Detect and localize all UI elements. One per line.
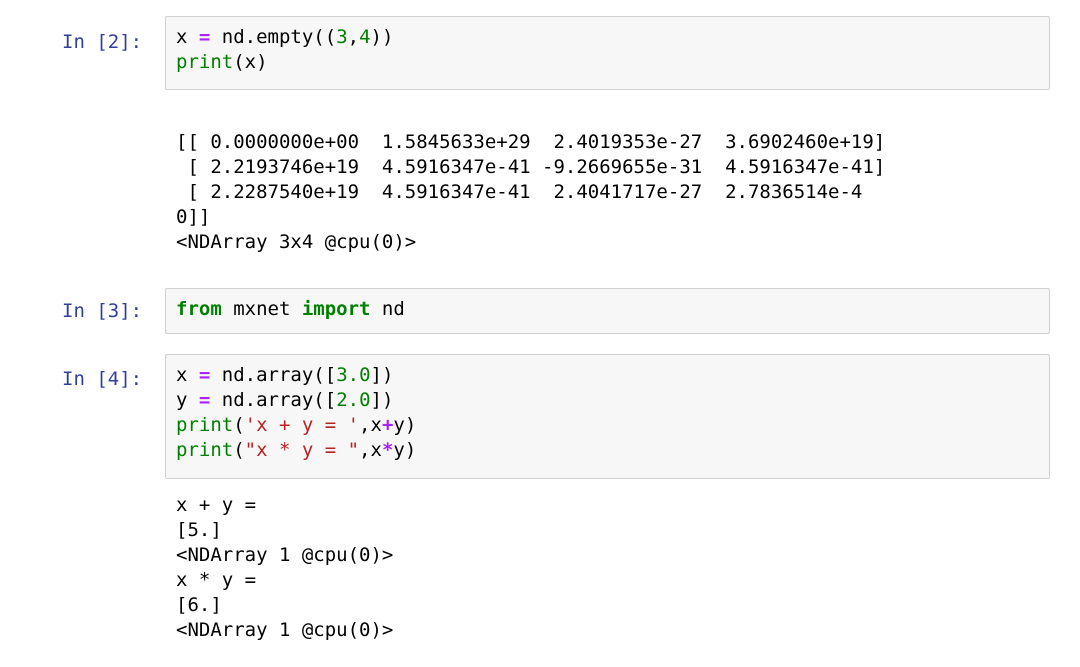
code-token: nd.empty(( bbox=[210, 26, 337, 48]
code-token: 'x + y = ' bbox=[244, 414, 360, 436]
code-editor[interactable]: x = nd.array([3.0]) y = nd.array([2.0]) pr… bbox=[176, 363, 416, 463]
code-token: ,x bbox=[359, 414, 382, 436]
output-line: [ 2.2193746e+19 4.5916347e-41 -9.2669655… bbox=[176, 156, 886, 178]
code-editor[interactable]: x = nd.empty((3,4)) print(x) bbox=[176, 25, 393, 75]
code-token: * bbox=[381, 439, 394, 461]
code-token: y) bbox=[393, 439, 417, 461]
code-token: import bbox=[301, 298, 371, 320]
code-token: y bbox=[176, 389, 199, 411]
code-token: + bbox=[381, 414, 394, 436]
code-cell-input[interactable]: x = nd.empty((3,4)) print(x) bbox=[165, 16, 1050, 90]
output-line: x * y = bbox=[176, 569, 257, 591]
code-line: print('x + y = ',x+y) bbox=[176, 413, 416, 438]
code-token: = bbox=[198, 26, 211, 48]
code-token: 4 bbox=[359, 26, 371, 48]
code-editor[interactable]: from mxnet import nd bbox=[176, 297, 405, 322]
output-line: [6.] bbox=[176, 594, 222, 616]
code-token: , bbox=[347, 26, 360, 48]
code-line: y = nd.array([2.0]) bbox=[176, 388, 416, 413]
code-token: print bbox=[176, 439, 234, 461]
code-token: from bbox=[176, 298, 222, 320]
code-token: nd.array([ bbox=[210, 389, 337, 411]
code-token: )) bbox=[370, 26, 394, 48]
cell-prompt: In [2]: bbox=[62, 31, 143, 53]
code-line: from mxnet import nd bbox=[176, 297, 405, 322]
code-token: ( bbox=[233, 439, 245, 461]
code-cell-input[interactable]: x = nd.array([3.0]) y = nd.array([2.0]) pr… bbox=[165, 354, 1050, 479]
code-token: y) bbox=[393, 414, 417, 436]
code-token: nd.array([ bbox=[210, 364, 337, 386]
code-token: 2.0 bbox=[336, 389, 371, 411]
code-token: x bbox=[176, 26, 199, 48]
code-line: print("x * y = ",x*y) bbox=[176, 438, 416, 463]
code-cell-input[interactable]: from mxnet import nd bbox=[165, 288, 1050, 334]
output-line: 0]] bbox=[176, 206, 211, 228]
code-token: mxnet bbox=[221, 298, 302, 320]
output-line: <NDArray 1 @cpu(0)> bbox=[176, 619, 394, 641]
code-token: 3 bbox=[336, 26, 348, 48]
code-line: x = nd.array([3.0]) bbox=[176, 363, 416, 388]
output-line: [ 2.2287540e+19 4.5916347e-41 2.4041717e… bbox=[176, 181, 863, 203]
code-token: print bbox=[176, 414, 234, 436]
code-token: ( bbox=[233, 414, 245, 436]
code-line: x = nd.empty((3,4)) bbox=[176, 25, 393, 50]
cell-prompt: In [4]: bbox=[62, 368, 143, 390]
code-line: print(x) bbox=[176, 50, 393, 75]
code-token: ]) bbox=[370, 364, 394, 386]
code-token: "x * y = " bbox=[244, 439, 360, 461]
code-token: ,x bbox=[359, 439, 382, 461]
code-token: nd bbox=[370, 298, 405, 320]
output-line: [5.] bbox=[176, 519, 222, 541]
code-token: (x) bbox=[233, 51, 268, 73]
output-line: x + y = bbox=[176, 494, 257, 516]
cell-output: x + y = [5.] <NDArray 1 @cpu(0)> x * y = [6.… bbox=[176, 493, 393, 643]
output-line: <NDArray 1 @cpu(0)> bbox=[176, 544, 394, 566]
output-line: <NDArray 3x4 @cpu(0)> bbox=[176, 231, 417, 253]
code-token: ]) bbox=[370, 389, 394, 411]
cell-prompt: In [3]: bbox=[62, 300, 143, 322]
code-token: = bbox=[198, 389, 211, 411]
code-token: 3.0 bbox=[336, 364, 371, 386]
code-token: print bbox=[176, 51, 234, 73]
code-token: = bbox=[198, 364, 211, 386]
cell-output: [[ 0.0000000e+00 1.5845633e+29 2.4019353… bbox=[176, 130, 885, 255]
code-token: x bbox=[176, 364, 199, 386]
output-line: [[ 0.0000000e+00 1.5845633e+29 2.4019353… bbox=[176, 131, 886, 153]
